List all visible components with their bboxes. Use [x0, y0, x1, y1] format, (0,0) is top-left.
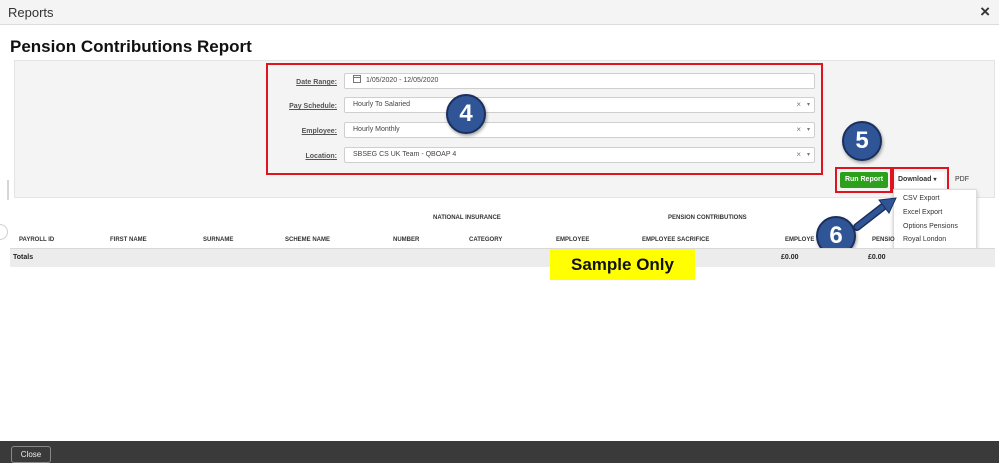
step-badge-5: 5 — [842, 121, 882, 161]
column-header-ni-category[interactable]: CATEGORY — [469, 237, 502, 243]
group-header-national-insurance: NATIONAL INSURANCE — [433, 215, 501, 221]
totals-label: Totals — [13, 254, 34, 261]
page-title: Pension Contributions Report — [10, 37, 252, 56]
menu-item-royal-london[interactable]: Royal London — [903, 236, 946, 243]
column-header-surname[interactable]: SURNAME — [203, 237, 233, 243]
column-header-scheme-name[interactable]: SCHEME NAME — [285, 237, 330, 243]
totals-employer: £0.00 — [781, 254, 799, 261]
column-header-payroll-id[interactable]: PAYROLL ID — [19, 237, 54, 243]
group-header-pension-contributions: PENSION CONTRIBUTIONS — [668, 215, 747, 221]
filters-highlight — [266, 63, 823, 175]
window-title: Reports — [8, 5, 54, 20]
run-report-button[interactable]: Run Report — [840, 172, 888, 188]
column-header-employer[interactable]: EMPLOYE — [785, 237, 814, 243]
chevron-down-icon: ▾ — [933, 177, 937, 183]
panel-edge-marker — [7, 180, 9, 200]
pdf-button[interactable]: PDF — [952, 172, 972, 188]
step-badge-4: 4 — [446, 94, 486, 134]
menu-item-options-pensions[interactable]: Options Pensions — [903, 223, 958, 230]
close-button[interactable]: Close — [11, 446, 51, 463]
menu-item-excel-export[interactable]: Excel Export — [903, 209, 942, 216]
collapse-handle[interactable] — [0, 224, 8, 240]
column-header-pension[interactable]: PENSIO — [872, 237, 895, 243]
totals-pension: £0.00 — [868, 254, 886, 261]
column-header-employee-sacrifice[interactable]: EMPLOYEE SACRIFICE — [642, 237, 709, 243]
menu-item-csv-export[interactable]: CSV Export — [903, 195, 940, 202]
totals-row: Totals £0.00 £0.00 — [10, 249, 995, 267]
download-button[interactable]: Download ▾ — [896, 172, 944, 188]
download-label: Download — [898, 176, 932, 183]
close-icon[interactable]: × — [980, 2, 990, 22]
column-header-employee[interactable]: EMPLOYEE — [556, 237, 589, 243]
window-titlebar: Reports × — [0, 0, 999, 25]
download-menu: CSV Export Excel Export Options Pensions… — [893, 189, 977, 249]
column-header-first-name[interactable]: FIRST NAME — [110, 237, 147, 243]
modal-footer: Close — [0, 441, 999, 463]
column-header-ni-number[interactable]: NUMBER — [393, 237, 419, 243]
sample-only-label: Sample Only — [550, 249, 695, 280]
